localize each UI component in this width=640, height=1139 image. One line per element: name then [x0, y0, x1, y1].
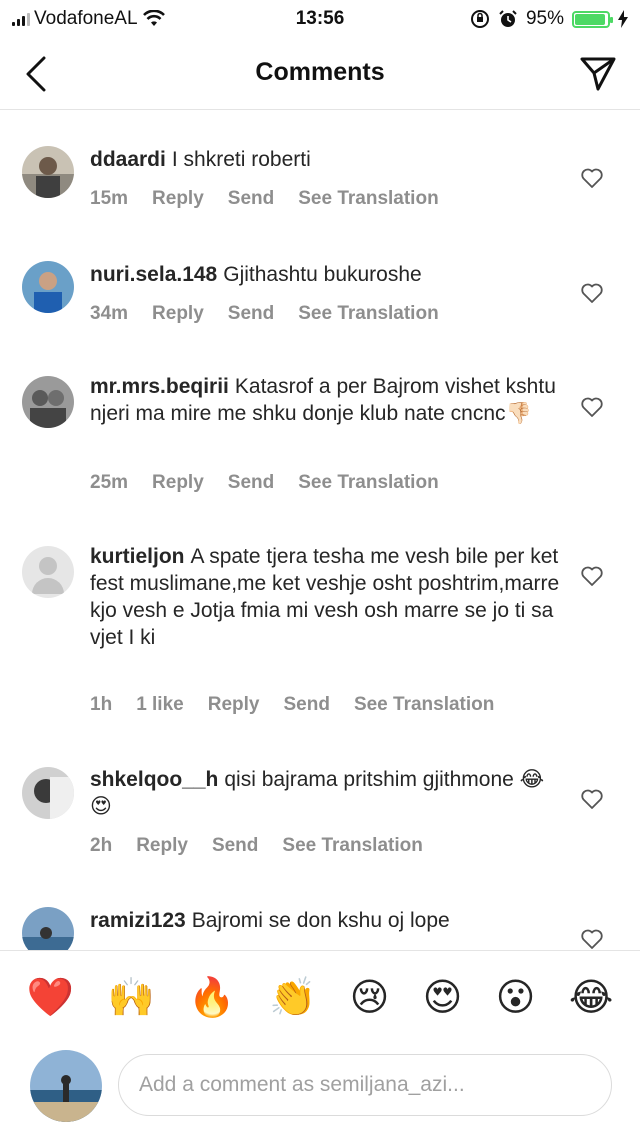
emoji-crying-button[interactable]: 😢: [350, 978, 390, 1016]
avatar[interactable]: [22, 261, 74, 313]
avatar[interactable]: [22, 767, 74, 819]
heart-icon[interactable]: [580, 564, 604, 588]
comment-text: shkelqoo__h qisi bajrama pritshim gjithmo…: [90, 766, 560, 820]
status-bar: VodafoneAL 13:56 95%: [0, 0, 640, 38]
header: Comments: [0, 40, 640, 110]
emoji-heart-button[interactable]: ❤️: [27, 978, 74, 1016]
emoji-quick-bar: ❤️ 🙌 🔥 👏 😢 😍 😮 😂: [0, 950, 640, 1042]
comment-username[interactable]: ramizi123: [90, 909, 186, 932]
direct-send-button[interactable]: [576, 52, 620, 96]
heart-icon[interactable]: [580, 166, 604, 190]
heart-icon[interactable]: [580, 787, 604, 811]
see-translation-button[interactable]: See Translation: [298, 188, 438, 210]
reply-button[interactable]: Reply: [152, 303, 204, 325]
comment-input-wrapper[interactable]: [118, 1054, 612, 1116]
avatar[interactable]: [22, 907, 74, 950]
reply-button[interactable]: Reply: [136, 835, 188, 857]
comment-text: nuri.sela.148 Gjithashtu bukuroshe: [90, 261, 560, 288]
battery-icon: [572, 10, 613, 28]
see-translation-button[interactable]: See Translation: [354, 694, 494, 716]
comment-list[interactable]: ddaardi I shkreti roberti 15m Reply Send …: [0, 110, 640, 950]
emoji-fire-button[interactable]: 🔥: [188, 978, 235, 1016]
comment-item: mr.mrs.beqirii Katasrof a per Bajrom vish…: [0, 340, 640, 510]
comment-item: ddaardi I shkreti roberti 15m Reply Send …: [0, 110, 640, 225]
comment-item: kurtieljon A spate tjera tesha me vesh bi…: [0, 510, 640, 735]
comment-text: ddaardi I shkreti roberti: [90, 146, 560, 173]
send-button[interactable]: Send: [228, 188, 274, 210]
comment-item: nuri.sela.148 Gjithashtu bukuroshe 34m Re…: [0, 225, 640, 340]
comment-body: Bajromi se don kshu oj lope: [191, 909, 450, 932]
status-right: 95%: [470, 8, 628, 30]
emoji-heart-eyes-button[interactable]: 😍: [423, 978, 463, 1016]
comment-composer: [0, 1042, 640, 1139]
comment-body: I shkreti roberti: [171, 148, 311, 171]
alarm-icon: [499, 10, 517, 27]
likes-count[interactable]: 1 like: [136, 694, 184, 716]
see-translation-button[interactable]: See Translation: [282, 835, 422, 857]
comment-text: kurtieljon A spate tjera tesha me vesh bi…: [90, 543, 560, 651]
heart-icon[interactable]: [580, 281, 604, 305]
comment-time: 15m: [90, 188, 129, 209]
comment-username[interactable]: kurtieljon: [90, 545, 185, 568]
avatar: [30, 1050, 102, 1122]
comment-username[interactable]: mr.mrs.beqirii: [90, 375, 229, 398]
comment-time: 2h: [90, 835, 113, 856]
comment-body: Gjithashtu bukuroshe: [223, 263, 422, 286]
see-translation-button[interactable]: See Translation: [298, 303, 438, 325]
send-button[interactable]: Send: [228, 303, 274, 325]
heart-icon[interactable]: [580, 395, 604, 419]
page-title: Comments: [255, 58, 385, 86]
charging-icon: [618, 10, 628, 28]
comment-item: shkelqoo__h qisi bajrama pritshim gjithmo…: [0, 735, 640, 885]
comment-username[interactable]: shkelqoo__h: [90, 768, 218, 791]
comment-time: 34m: [90, 303, 129, 324]
avatar[interactable]: [22, 376, 74, 428]
comment-item: ramizi123 Bajromi se don kshu oj lope: [0, 885, 640, 950]
heart-icon[interactable]: [580, 927, 604, 950]
send-button[interactable]: Send: [212, 835, 258, 857]
avatar[interactable]: [22, 546, 74, 598]
comment-input[interactable]: [139, 1073, 591, 1097]
comment-text: mr.mrs.beqirii Katasrof a per Bajrom vish…: [90, 373, 560, 427]
emoji-laughing-button[interactable]: 😂: [569, 978, 613, 1016]
comment-meta: 25m Reply Send See Translation: [90, 472, 439, 494]
emoji-raised-hands-button[interactable]: 🙌: [107, 978, 154, 1016]
see-translation-button[interactable]: See Translation: [298, 472, 438, 494]
paper-plane-icon: [580, 57, 616, 91]
battery-percent: 95%: [525, 8, 564, 29]
comment-time: 25m: [90, 472, 129, 493]
comment-time: 1h: [90, 694, 113, 715]
comment-username[interactable]: ddaardi: [90, 148, 166, 171]
emoji-clap-button[interactable]: 👏: [269, 978, 316, 1016]
send-button[interactable]: Send: [228, 472, 274, 494]
comment-meta: 15m Reply Send See Translation: [90, 188, 439, 210]
comment-meta: 2h Reply Send See Translation: [90, 835, 423, 857]
comment-text: ramizi123 Bajromi se don kshu oj lope: [90, 907, 560, 934]
avatar[interactable]: [22, 146, 74, 198]
orientation-lock-icon: [470, 10, 489, 28]
reply-button[interactable]: Reply: [152, 472, 204, 494]
emoji-surprised-button[interactable]: 😮: [496, 978, 536, 1016]
comment-meta: 1h 1 like Reply Send See Translation: [90, 694, 494, 716]
reply-button[interactable]: Reply: [208, 694, 260, 716]
send-button[interactable]: Send: [283, 694, 329, 716]
comment-meta: 34m Reply Send See Translation: [90, 303, 439, 325]
reply-button[interactable]: Reply: [152, 188, 204, 210]
comment-username[interactable]: nuri.sela.148: [90, 263, 217, 286]
